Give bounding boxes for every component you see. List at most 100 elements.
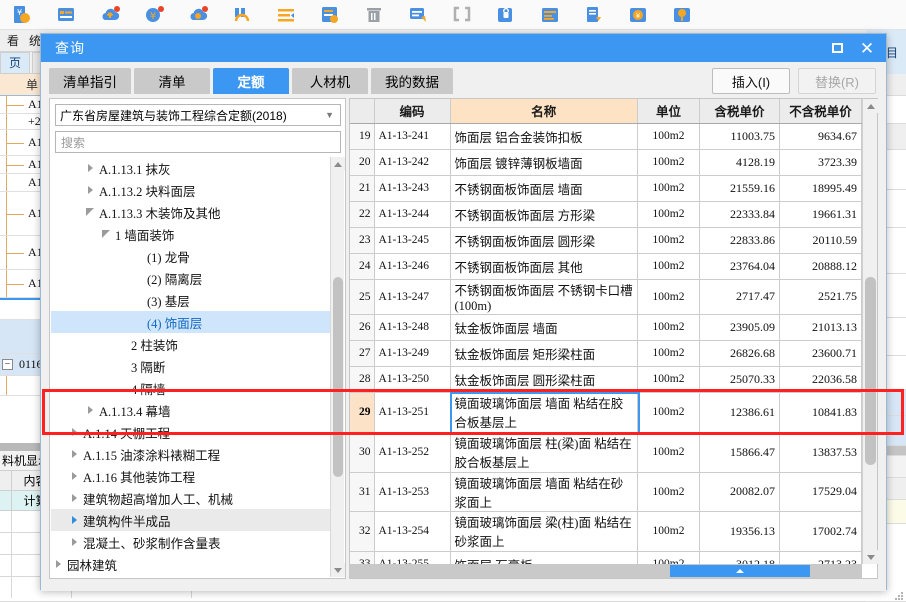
- table-row-selected[interactable]: 29 A1-13-251 镜面玻璃饰面层 墙面 粘结在胶合板基层上 100m2 1238…: [350, 392, 862, 433]
- cell-rownum[interactable]: 24: [350, 253, 375, 280]
- cell-price-notax[interactable]: 18995.49: [779, 175, 862, 202]
- tree-node[interactable]: 3 隔断: [51, 355, 330, 377]
- cell-price-tax[interactable]: 22833.86: [699, 227, 780, 254]
- col-price-tax[interactable]: 含税单价: [699, 99, 780, 124]
- cell-name[interactable]: 钛金板饰面层 矩形梁柱面: [450, 340, 638, 367]
- cell-unit[interactable]: 100m2: [637, 227, 700, 254]
- tree-node[interactable]: 佛山市建设工程补充综合定额(2019): [51, 575, 330, 577]
- cell-price-tax[interactable]: 21559.16: [699, 175, 780, 202]
- tab-qingdan[interactable]: 清单: [134, 68, 210, 94]
- grid-horizontal-scrollbar[interactable]: [350, 564, 862, 578]
- cell-name[interactable]: 饰面层 石膏板: [450, 551, 638, 564]
- cell-name[interactable]: 不锈钢面板饰面层 墙面: [450, 175, 638, 202]
- cell-code[interactable]: A1-13-248: [374, 314, 451, 341]
- menu-item-view[interactable]: 看: [2, 32, 24, 49]
- grid-vertical-scrollbar[interactable]: [862, 99, 878, 564]
- cell-rownum[interactable]: 22: [350, 201, 375, 228]
- cell-name[interactable]: 不锈钢面板饰面层 不锈钢卡口槽(100m): [450, 279, 638, 315]
- cell-name[interactable]: 镜面玻璃饰面层 梁(柱)面 粘结在砂浆面上: [450, 511, 638, 552]
- cell-rownum[interactable]: 33: [350, 551, 375, 564]
- scroll-up-icon[interactable]: [331, 157, 345, 171]
- cloud-yuan-icon[interactable]: ¥: [132, 1, 176, 29]
- col-code[interactable]: 编码: [374, 99, 451, 124]
- cell-unit[interactable]: 100m2: [637, 201, 700, 228]
- cell-rownum[interactable]: 31: [350, 472, 375, 512]
- bracket-tool-icon[interactable]: [220, 1, 264, 29]
- cell-rownum[interactable]: 27: [350, 340, 375, 367]
- tree-node[interactable]: (2) 隔离层: [51, 267, 330, 289]
- table-row[interactable]: 24 A1-13-246 不锈钢面板饰面层 其他 100m2 23764.04 20888…: [350, 253, 862, 280]
- cell-rownum[interactable]: 29: [350, 392, 375, 433]
- tree-node[interactable]: (4) 饰面层: [51, 311, 330, 333]
- cell-code[interactable]: A1-13-255: [374, 551, 451, 564]
- tree-node[interactable]: 园林建筑: [51, 553, 330, 575]
- chevron-right-icon[interactable]: [67, 538, 81, 546]
- cell-price-notax[interactable]: 10841.83: [779, 392, 862, 433]
- tree-node[interactable]: A.1.15 油漆涂料裱糊工程: [51, 443, 330, 465]
- cell-code[interactable]: A1-13-242: [374, 149, 451, 176]
- chevron-down-icon[interactable]: [99, 230, 113, 238]
- cell-rownum[interactable]: 30: [350, 432, 375, 473]
- table-row[interactable]: 32 A1-13-254 镜面玻璃饰面层 梁(柱)面 粘结在砂浆面上 100m2 193…: [350, 511, 862, 552]
- tab-wodeshuju[interactable]: 我的数据: [371, 68, 453, 94]
- coin-circle-icon[interactable]: ¥: [616, 1, 660, 29]
- tree-node[interactable]: 建筑物超高增加人工、机械: [51, 487, 330, 509]
- cell-unit[interactable]: 100m2: [637, 279, 700, 315]
- tree-node[interactable]: A.1.16 其他装饰工程: [51, 465, 330, 487]
- cell-price-notax[interactable]: 22036.58: [779, 366, 862, 393]
- cell-price-notax[interactable]: 19661.31: [779, 201, 862, 228]
- tab-qingdan-zhiyin[interactable]: 清单指引: [49, 68, 131, 94]
- close-icon[interactable]: ✕: [852, 34, 882, 62]
- table-row[interactable]: 19 A1-13-241 饰面层 铝合金装饰扣板 100m2 11003.75 9634.…: [350, 123, 862, 150]
- table-row[interactable]: 30 A1-13-252 镜面玻璃饰面层 柱(梁)面 粘结在胶合板基层上 100m2 1…: [350, 432, 862, 473]
- tree-node[interactable]: 建筑构件半成品: [51, 509, 330, 531]
- cell-price-notax[interactable]: 17002.74: [779, 511, 862, 552]
- currency-document-icon[interactable]: ¥: [0, 1, 44, 29]
- cell-price-tax[interactable]: 23764.04: [699, 253, 780, 280]
- chevron-right-icon[interactable]: [83, 186, 97, 194]
- cell-price-notax[interactable]: 21013.13: [779, 314, 862, 341]
- cell-price-tax[interactable]: 23905.09: [699, 314, 780, 341]
- chevron-right-icon[interactable]: [83, 164, 97, 172]
- cell-code[interactable]: A1-13-246: [374, 253, 451, 280]
- cell-name[interactable]: 镜面玻璃饰面层 墙面 粘结在砂浆面上: [450, 472, 638, 512]
- tree-node[interactable]: A.1.13.4 幕墙: [51, 399, 330, 421]
- cell-rownum[interactable]: 23: [350, 227, 375, 254]
- tab-dinge[interactable]: 定额: [213, 68, 289, 94]
- tree-node[interactable]: A.1.14 天棚工程: [51, 421, 330, 443]
- collapse-toggle-icon[interactable]: −: [2, 359, 13, 370]
- cell-unit[interactable]: 100m2: [637, 175, 700, 202]
- chevron-right-icon[interactable]: [67, 472, 81, 480]
- cell-rownum[interactable]: 19: [350, 123, 375, 150]
- cell-rownum[interactable]: 28: [350, 366, 375, 393]
- cell-code[interactable]: A1-13-250: [374, 366, 451, 393]
- cell-price-notax[interactable]: 9634.67: [779, 123, 862, 150]
- cell-price-notax[interactable]: 17529.04: [779, 472, 862, 512]
- cell-name[interactable]: 钛金板饰面层 圆形梁柱面: [450, 366, 638, 393]
- table-row[interactable]: 33A1-13-255饰面层 石膏板100m23012.182713.23: [350, 551, 862, 564]
- app-tab-page[interactable]: 页: [0, 52, 31, 73]
- tree-node[interactable]: 1 墙面装饰: [51, 223, 330, 245]
- grid-scroll-thumb[interactable]: [865, 277, 876, 465]
- dialog-titlebar[interactable]: 查询 ✕: [41, 34, 886, 62]
- cell-unit[interactable]: 100m2: [637, 366, 700, 393]
- export-doc-icon[interactable]: [572, 1, 616, 29]
- insert-button[interactable]: 插入(I): [712, 68, 790, 94]
- cell-code[interactable]: A1-13-249: [374, 340, 451, 367]
- tree-node[interactable]: (1) 龙骨: [51, 245, 330, 267]
- tree-node[interactable]: A.1.13.2 块料面层: [51, 179, 330, 201]
- cloud-upload-icon[interactable]: [88, 1, 132, 29]
- chevron-right-icon[interactable]: [83, 406, 97, 414]
- cell-price-notax[interactable]: 23600.71: [779, 340, 862, 367]
- cell-price-tax[interactable]: 25070.33: [699, 366, 780, 393]
- cell-name[interactable]: 饰面层 铝合金装饰扣板: [450, 123, 638, 150]
- cell-price-tax[interactable]: 11003.75: [699, 123, 780, 150]
- cell-price-tax[interactable]: 26826.68: [699, 340, 780, 367]
- cell-rownum[interactable]: 20: [350, 149, 375, 176]
- table-row[interactable]: 22 A1-13-244 不锈钢面板饰面层 方形梁 100m2 22333.84 1966…: [350, 201, 862, 228]
- umbrella-coin-icon[interactable]: [660, 1, 704, 29]
- list-card-icon[interactable]: [44, 1, 88, 29]
- tree-node[interactable]: A.1.13.3 木装饰及其他: [51, 201, 330, 223]
- cell-name[interactable]: 镜面玻璃饰面层 墙面 粘结在胶合板基层上: [450, 392, 638, 433]
- cell-name[interactable]: 镜面玻璃饰面层 柱(梁)面 粘结在胶合板基层上: [450, 432, 638, 473]
